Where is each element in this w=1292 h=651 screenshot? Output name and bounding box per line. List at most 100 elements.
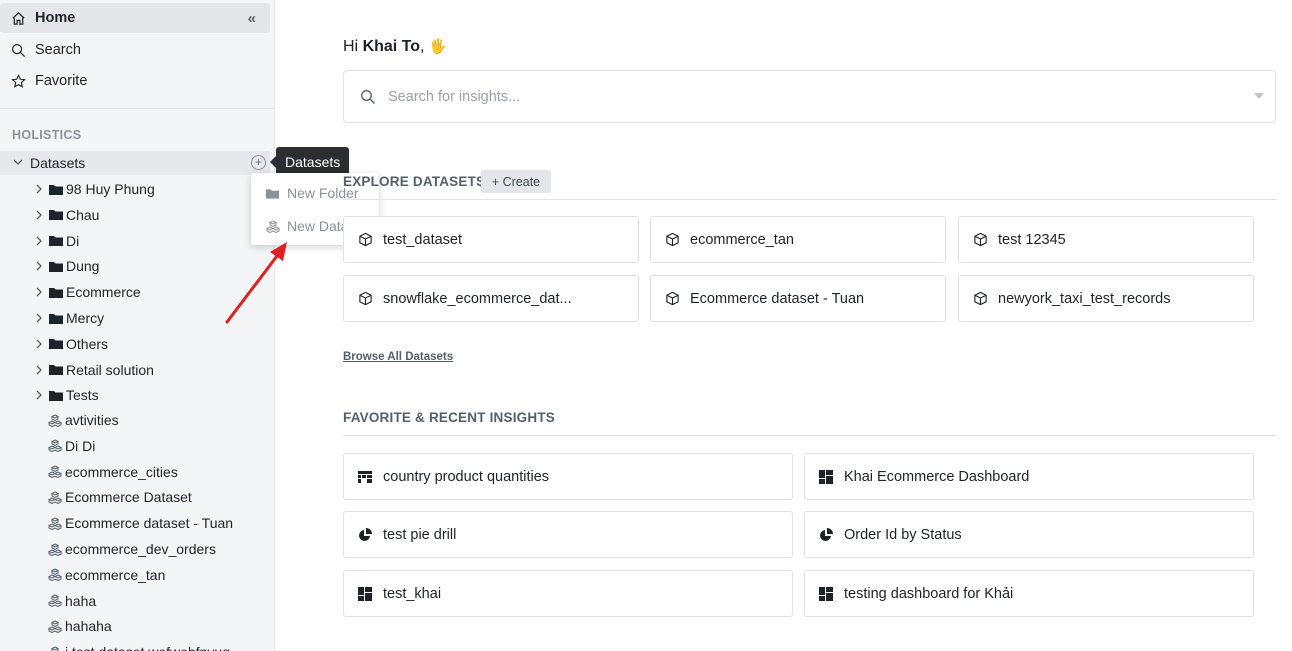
tree-dataset-label: ecommerce_dev_orders [65, 541, 216, 557]
insights-heading: FAVORITE & RECENT INSIGHTS [343, 410, 555, 425]
tree-folder[interactable]: Retail solution [34, 358, 154, 382]
tree-dataset-label: avtivities [65, 412, 119, 428]
tree-folder-label: Retail solution [66, 361, 154, 378]
greeting-suffix: , [420, 38, 425, 55]
cube-icon [973, 291, 989, 306]
dataset-card[interactable]: ecommerce_tan [650, 216, 946, 263]
tree-dataset-label: ecommerce_tan [65, 566, 166, 583]
tree-folder-label: Di [66, 232, 80, 249]
tree-dataset-label: Di Di [65, 437, 96, 454]
sidebar-divider [0, 108, 274, 109]
chevron-right-icon [34, 312, 46, 324]
insight-card-label: test pie drill [383, 526, 457, 543]
dashboard-icon [819, 469, 835, 484]
dataset-card[interactable]: snowflake_ecommerce_dat... [343, 275, 639, 322]
tree-dataset[interactable]: ecommerce_dev_orders [48, 537, 216, 561]
chevron-right-icon [34, 338, 46, 350]
tree-dataset[interactable]: haha [48, 589, 96, 613]
dataset-card[interactable]: test_dataset [343, 216, 639, 263]
chevron-right-icon [34, 286, 46, 298]
nav-search[interactable]: Search [0, 35, 270, 65]
tree-dataset[interactable]: hahaha [48, 614, 112, 638]
chevron-right-icon [34, 364, 46, 376]
tree-dataset[interactable]: Di Di [48, 434, 95, 458]
nav-search-label: Search [35, 42, 81, 58]
insight-card[interactable]: country product quantities [343, 453, 793, 500]
dataset-icon [48, 517, 62, 530]
insight-card[interactable]: Khai Ecommerce Dashboard [804, 453, 1254, 500]
cube-icon [973, 232, 989, 247]
insight-card-label: Khai Ecommerce Dashboard [844, 468, 1030, 485]
collapse-sidebar-icon[interactable]: « [248, 10, 256, 27]
tree-folder[interactable]: 98 Huy Phung [34, 177, 155, 201]
insight-card[interactable]: test pie drill [343, 511, 793, 558]
folder-icon [49, 209, 63, 221]
folder-icon [49, 184, 63, 195]
tree-folder[interactable]: Chau [34, 203, 99, 227]
tree-dataset[interactable]: i test dataset wefwebfnyug [48, 640, 230, 651]
pie-chart-icon [358, 527, 374, 542]
tree-folder-label: Tests [66, 387, 99, 404]
tree-folder[interactable]: Ecommerce [34, 280, 141, 304]
insight-card-label: test_khai [383, 585, 442, 602]
chevron-right-icon [34, 183, 46, 195]
home-icon [10, 10, 26, 26]
tree-folder-label: Ecommerce [66, 284, 141, 301]
folder-icon [49, 261, 63, 272]
dataset-card-label: ecommerce_tan [690, 231, 794, 248]
browse-all-datasets-link[interactable]: Browse All Datasets [343, 351, 453, 363]
tree-dataset[interactable]: avtivities [48, 408, 119, 432]
dataset-card-label: snowflake_ecommerce_dat... [383, 290, 572, 307]
greeting: Hi Khai To, 🖐 [343, 38, 446, 56]
search-icon [360, 89, 376, 105]
dataset-card-label: Ecommerce dataset - Tuan [690, 290, 865, 307]
chevron-right-icon [34, 389, 46, 401]
dashboard-icon [819, 586, 835, 601]
tree-dataset[interactable]: ecommerce_cities [48, 460, 178, 484]
add-circle-icon[interactable]: + [251, 155, 266, 170]
tree-folder[interactable]: Mercy [34, 306, 104, 330]
insight-card-label: testing dashboard for Khải [844, 585, 1014, 602]
star-icon [10, 73, 26, 89]
tree-folder-label: Mercy [66, 310, 105, 326]
dataset-icon [48, 620, 62, 633]
insight-card[interactable]: test_khai [343, 570, 793, 617]
dataset-icon [48, 491, 62, 504]
tree-folder[interactable]: Di [34, 229, 79, 253]
tree-dataset-label: Ecommerce Dataset [65, 489, 192, 506]
cube-icon [665, 232, 681, 247]
tree-dataset-label: i test dataset wefwebfnyug [65, 644, 230, 651]
tree-dataset[interactable]: Ecommerce Dataset [48, 485, 192, 509]
tree-folder-label: Dung [66, 258, 100, 275]
dataset-icon [266, 219, 280, 233]
nav-home-label: Home [35, 10, 76, 26]
tree-folder[interactable]: Dung [34, 254, 99, 278]
explore-divider [343, 199, 1277, 200]
insight-card[interactable]: testing dashboard for Khải [804, 570, 1254, 617]
pivot-table-icon [358, 470, 374, 484]
folder-icon [49, 364, 63, 376]
nav-home[interactable]: Home « [0, 3, 270, 33]
nav-favorite[interactable]: Favorite [0, 66, 270, 96]
chevron-down-icon[interactable] [1254, 93, 1264, 99]
tree-folder[interactable]: Tests [34, 383, 99, 407]
insight-card[interactable]: Order Id by Status [804, 511, 1254, 558]
tree-folder-label: Chau [66, 206, 100, 223]
dataset-card-label: test 12345 [998, 231, 1066, 248]
dataset-card[interactable]: Ecommerce dataset - Tuan [650, 275, 946, 322]
greeting-prefix: Hi [343, 38, 363, 55]
chevron-right-icon [34, 235, 46, 247]
dataset-card-label: newyork_taxi_test_records [998, 290, 1171, 307]
tree-dataset[interactable]: ecommerce_tan [48, 563, 165, 587]
dataset-card[interactable]: newyork_taxi_test_records [958, 275, 1254, 322]
create-dataset-button[interactable]: + Create [481, 170, 551, 193]
dataset-card[interactable]: test 12345 [958, 216, 1254, 263]
tree-folder[interactable]: Others [34, 332, 108, 356]
folder-icon [49, 287, 63, 298]
tree-dataset[interactable]: Ecommerce dataset - Tuan [48, 511, 233, 535]
tree-dataset-label: hahaha [65, 618, 112, 635]
tree-datasets-root[interactable]: Datasets + [0, 151, 270, 175]
dataset-icon [48, 439, 62, 453]
explore-datasets-heading: EXPLORE DATASETS [343, 174, 486, 189]
insights-search-input[interactable]: Search for insights... [343, 70, 1276, 123]
